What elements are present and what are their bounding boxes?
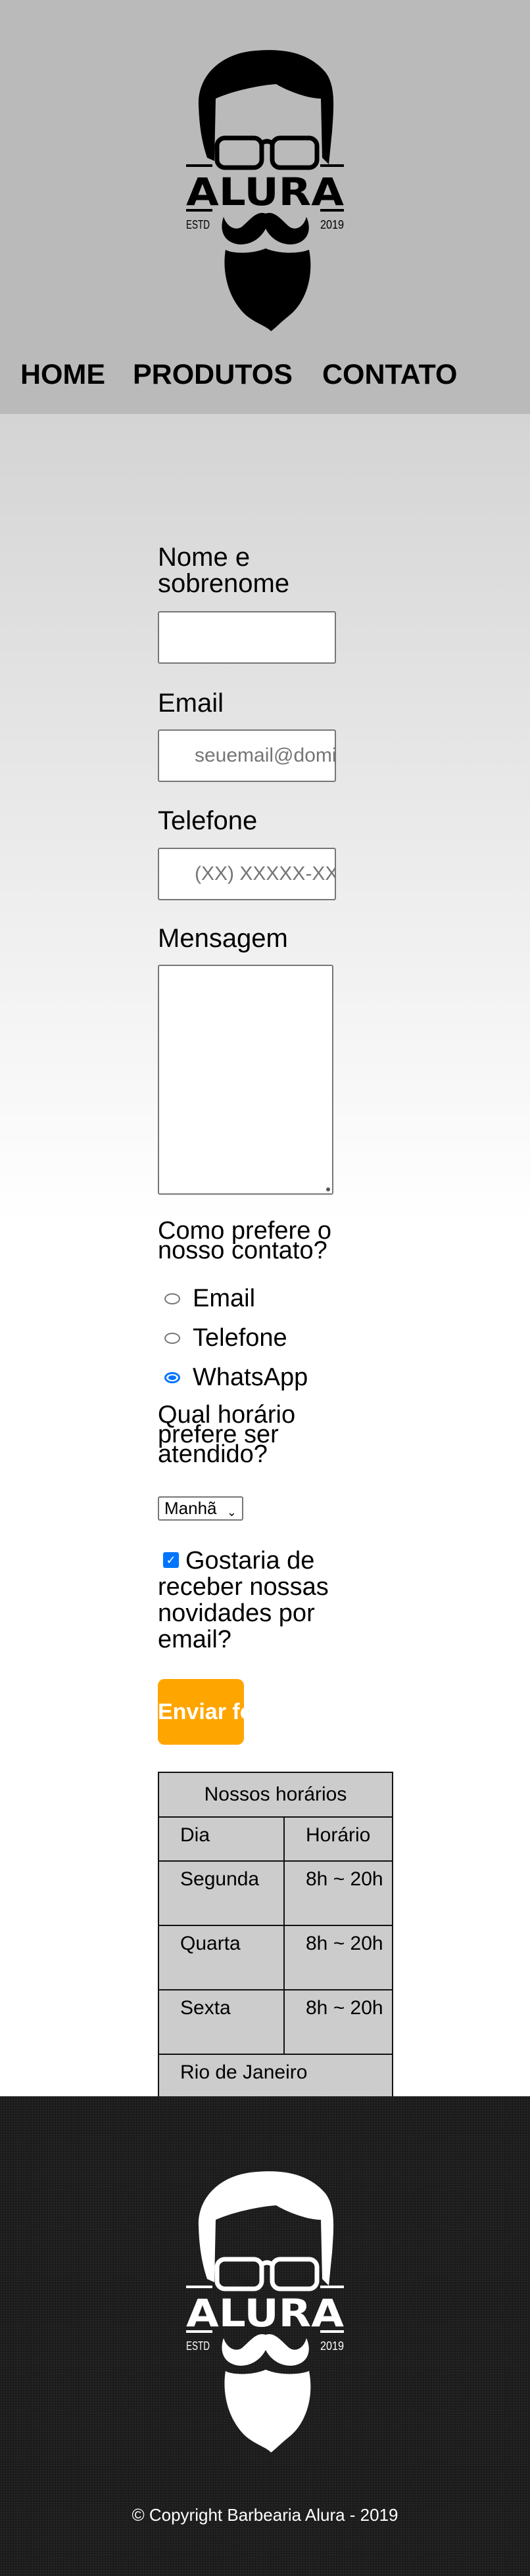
contact-question: Como prefere o nosso contato? [158,1217,332,1264]
footer: ALURA ESTD 2019 [0,2096,530,2576]
newsletter-label: Gostaria de receber nossas novidades por… [158,1547,329,1653]
svg-text:ESTD: ESTD [186,218,210,231]
svg-text:ESTD: ESTD [186,2339,210,2353]
message-textarea[interactable] [158,965,333,1195]
copyright-text: © Copyright Barbearia Alura - 2019 [132,2505,398,2525]
header-horario: Horário [283,1816,393,1862]
table-caption: Nossos horários [158,1772,393,1816]
submit-button[interactable]: Enviar formulário [158,1679,244,1745]
message-label: Mensagem [158,924,288,953]
resize-handle-icon[interactable] [326,1187,330,1191]
svg-text:2019: 2019 [320,2339,344,2353]
nav-contato[interactable]: CONTATO [322,358,457,391]
alura-logo[interactable]: ALURA ESTD 2019 [183,47,347,336]
radio-circle-icon[interactable] [164,1293,180,1304]
email-input[interactable]: seuemail@dominio.com [158,729,336,782]
table-footer: Rio de Janeiro [158,2054,393,2099]
svg-text:ALURA: ALURA [186,2291,344,2335]
table-row: Sexta 8h ~ 20h [158,1989,393,2055]
time-select[interactable]: Manhã ⌄ [158,1496,243,1521]
main-nav: HOME PRODUTOS CONTATO [0,358,530,391]
svg-text:ALURA: ALURA [186,170,344,214]
nav-home[interactable]: HOME [20,358,105,391]
nav-produtos[interactable]: PRODUTOS [133,358,293,391]
time-question: Qual horário prefere ser atendido? [158,1401,296,1468]
phone-label: Telefone [158,806,258,835]
barber-face-icon: ALURA ESTD 2019 [186,50,344,331]
chevron-down-icon: ⌄ [226,1506,237,1519]
email-label: Email [158,689,224,718]
header: ALURA ESTD 2019 HOME PRODUTOS CONTATO [0,0,530,414]
radio-checked-icon[interactable] [164,1372,180,1383]
table-row: Quarta 8h ~ 20h [158,1925,393,1990]
svg-text:2019: 2019 [320,218,344,231]
hours-table: Nossos horários Dia Horário Segunda 8h ~ … [158,1772,393,2099]
header-dia: Dia [158,1816,285,1862]
table-row: Segunda 8h ~ 20h [158,1860,393,1926]
phone-input[interactable]: (XX) XXXXX-XXXX [158,848,336,900]
name-input[interactable] [158,611,336,664]
name-label: Nome e sobrenome [158,543,290,598]
alura-logo-footer: ALURA ESTD 2019 [183,2169,347,2458]
barber-face-icon: ALURA ESTD 2019 [186,2171,344,2452]
radio-circle-icon[interactable] [164,1333,180,1344]
